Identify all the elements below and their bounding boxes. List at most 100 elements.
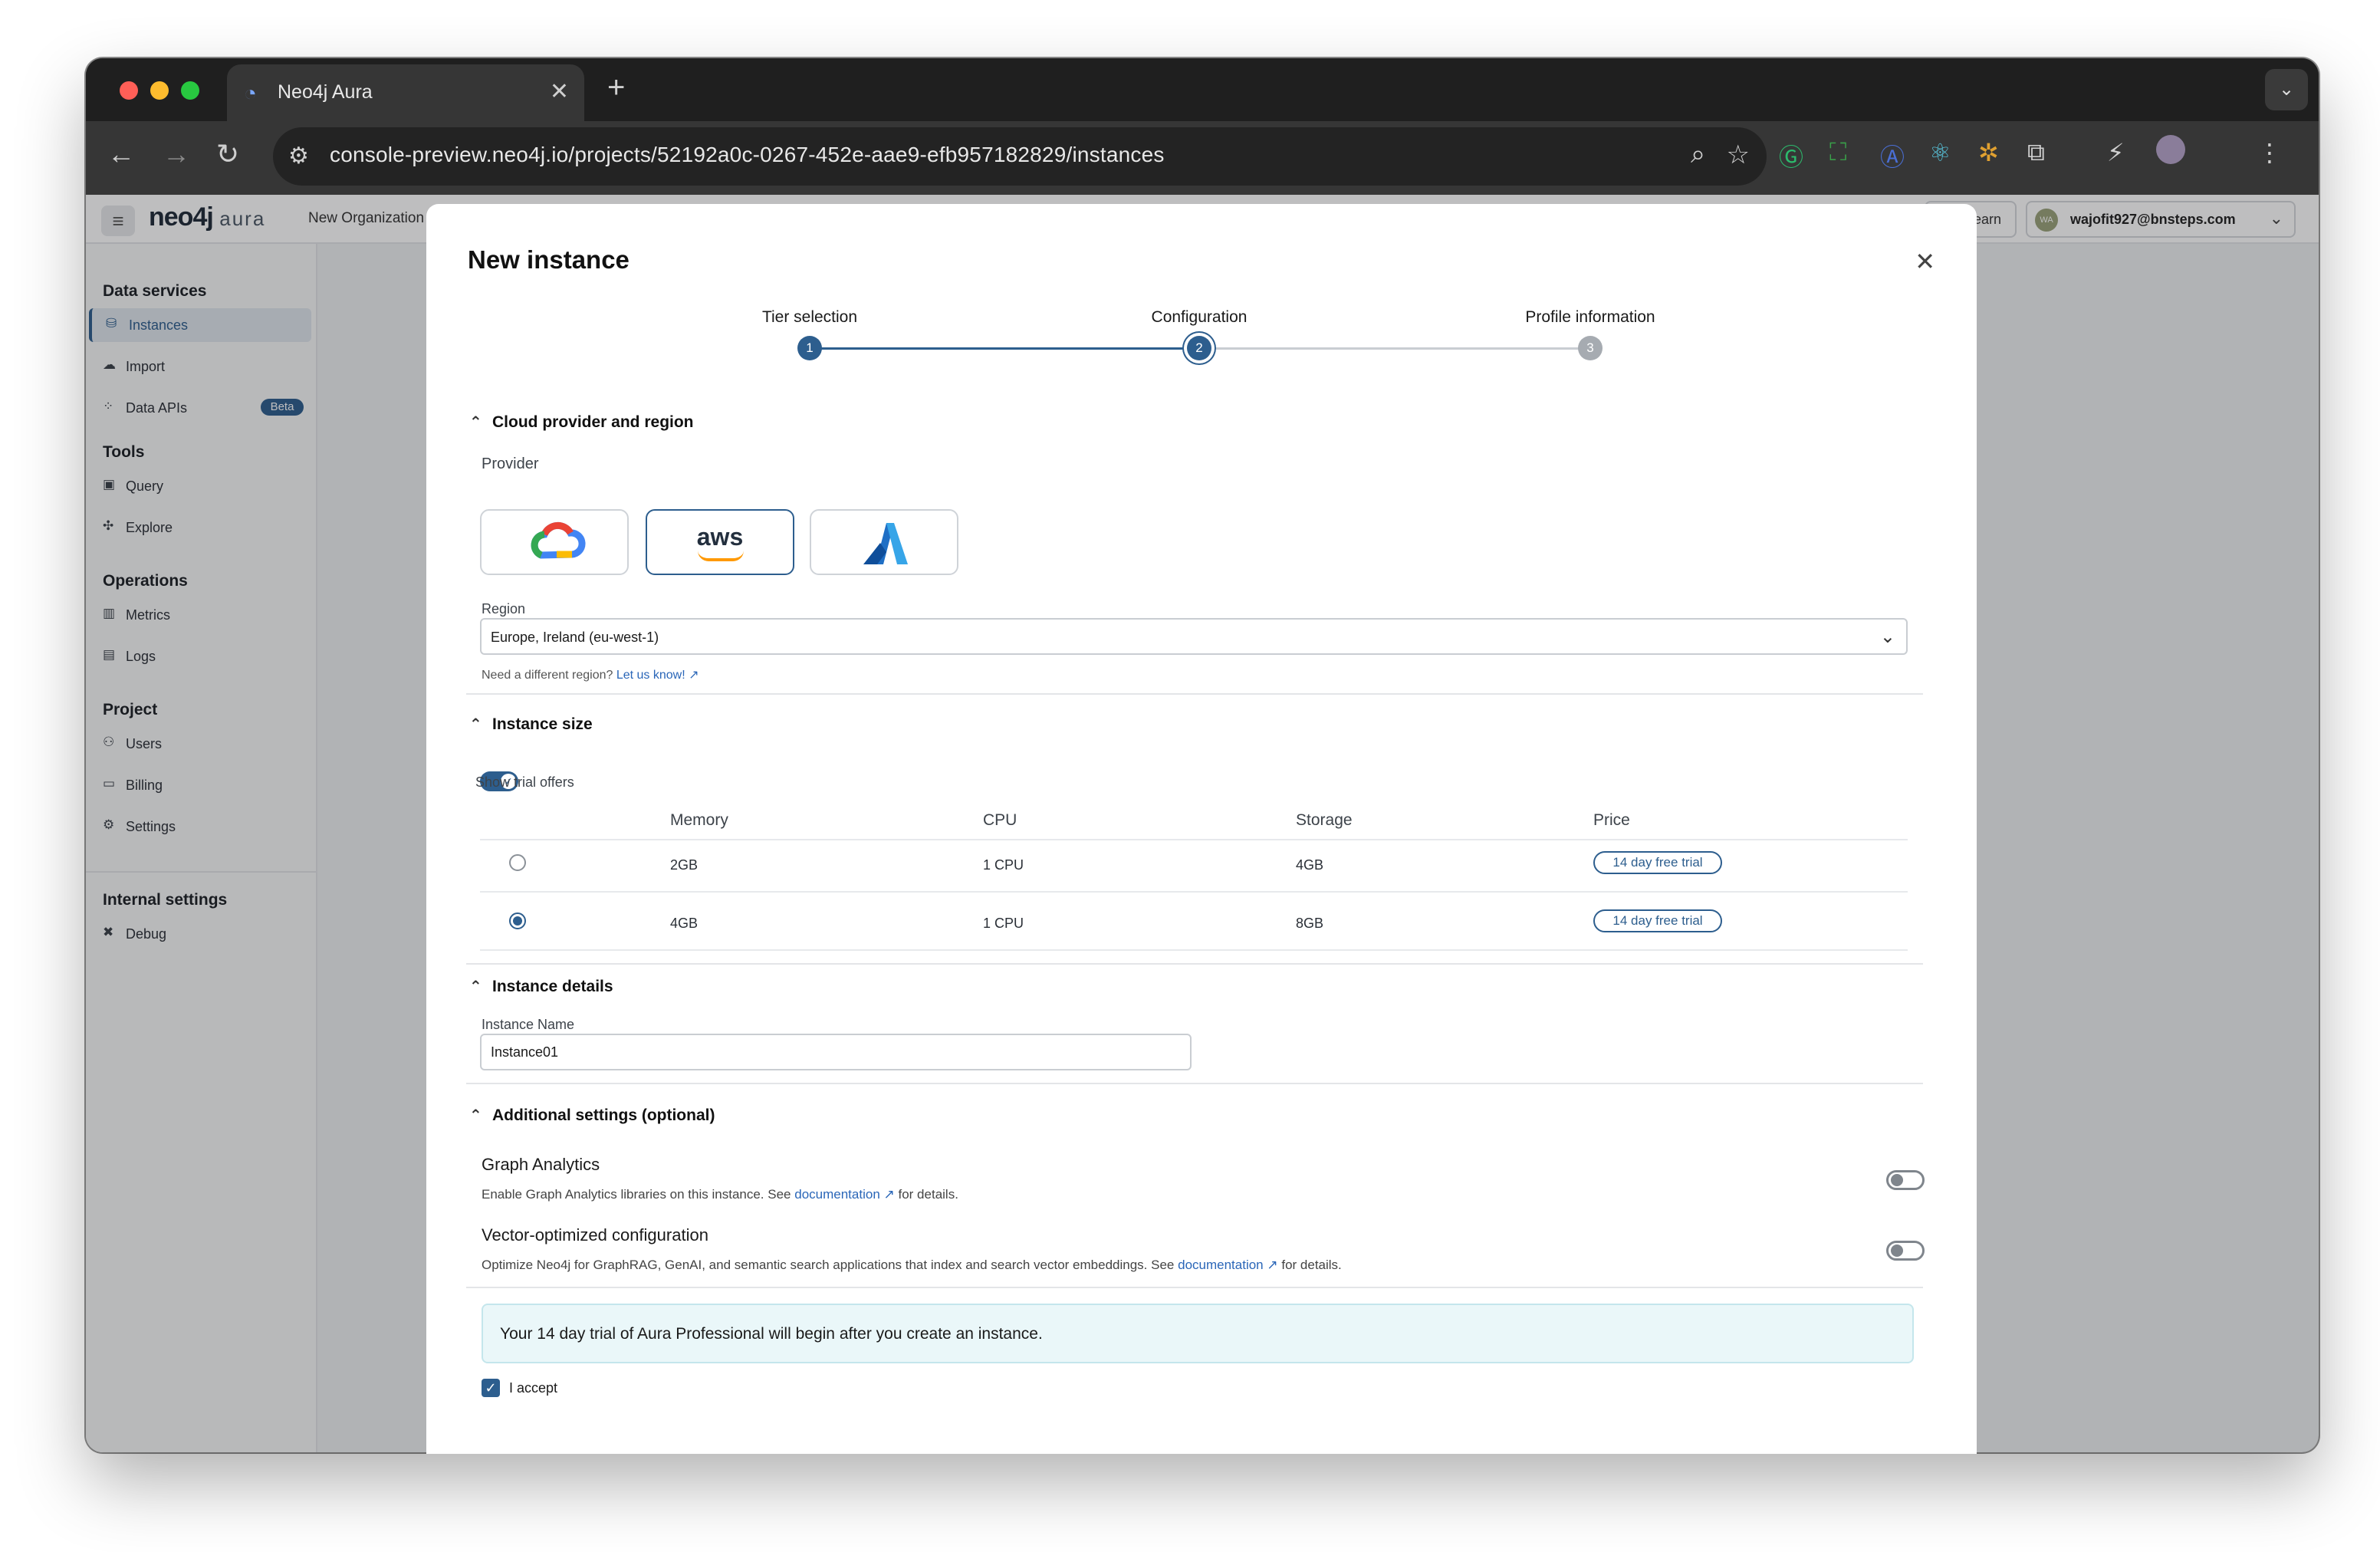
new-instance-modal: New instance ✕ Tier selection Configurat… — [426, 204, 1977, 1454]
row-cpu: 1 CPU — [983, 916, 1024, 931]
section-additional-settings-toggle[interactable]: ⌃ Additional settings (optional) — [469, 1106, 715, 1125]
let-us-know-link[interactable]: Let us know! — [616, 669, 685, 682]
stepper-remaining-line — [1199, 347, 1590, 350]
vector-optimized-description: Optimize Neo4j for GraphRAG, GenAI, and … — [482, 1258, 1342, 1272]
bookmark-star-icon[interactable]: ☆ — [1727, 140, 1750, 170]
column-header-price: Price — [1593, 811, 1630, 829]
vector-optimized-title: Vector-optimized configuration — [482, 1225, 708, 1245]
row-memory: 4GB — [670, 916, 699, 931]
provider-gcp-button[interactable] — [480, 509, 629, 575]
tab-search-chevron-icon[interactable]: ⌄ — [2265, 69, 2308, 110]
chevron-up-icon: ⌃ — [469, 1107, 482, 1124]
neo4j-favicon-icon: ◔ — [244, 81, 257, 105]
column-header-cpu: CPU — [983, 811, 1017, 829]
browser-tab[interactable]: ◔ Neo4j Aura ✕ — [227, 64, 584, 123]
step-1-indicator: 1 — [797, 336, 822, 360]
step-2-indicator: 2 — [1187, 336, 1211, 360]
toggle-knob — [1891, 1245, 1903, 1257]
column-header-storage: Storage — [1296, 811, 1353, 829]
vector-documentation-link[interactable]: documentation — [1178, 1258, 1264, 1272]
chevron-up-icon: ⌃ — [469, 978, 482, 995]
table-row-divider — [480, 891, 1908, 893]
section-divider — [466, 693, 1923, 695]
aws-smile-icon — [698, 551, 744, 561]
toggle-knob — [1891, 1174, 1903, 1186]
tab-close-icon[interactable]: ✕ — [550, 78, 569, 105]
extension-bug-icon[interactable]: ✲ — [1978, 138, 1999, 167]
section-divider — [466, 963, 1923, 965]
tab-title: Neo4j Aura — [278, 81, 373, 103]
site-settings-icon[interactable]: ⚙ — [288, 143, 309, 169]
extension-a-icon[interactable]: Ⓐ — [1880, 138, 1905, 173]
google-cloud-logo-icon — [531, 521, 586, 559]
section-cloud-provider-toggle[interactable]: ⌃ Cloud provider and region — [469, 413, 694, 432]
section-divider — [466, 1287, 1923, 1288]
maximize-window-button[interactable] — [181, 81, 199, 100]
instance-name-field[interactable] — [480, 1034, 1192, 1070]
react-devtools-icon[interactable]: ⚛ — [1929, 138, 1951, 167]
accept-label[interactable]: I accept — [509, 1380, 557, 1396]
table-row-divider — [480, 949, 1908, 951]
zoom-icon[interactable]: ⌕ — [1691, 140, 1705, 169]
table-header-divider — [480, 839, 1908, 840]
accept-checkbox[interactable]: ✓ — [482, 1379, 500, 1397]
section-divider — [466, 1083, 1923, 1084]
browser-menu-icon[interactable]: ⋮ — [2257, 138, 2282, 167]
grammarly-extension-icon[interactable]: Ⓖ — [1779, 138, 1803, 173]
extensions-puzzle-icon[interactable]: ⧉ — [2027, 138, 2045, 167]
chevron-up-icon: ⌃ — [469, 414, 482, 431]
graph-analytics-documentation-link[interactable]: documentation — [794, 1187, 880, 1202]
minimize-window-button[interactable] — [150, 81, 169, 100]
modal-title: New instance — [468, 245, 630, 274]
external-link-icon: ↗ — [1267, 1258, 1278, 1272]
performance-icon[interactable]: ⚡ — [2107, 138, 2124, 167]
step-3-indicator: 3 — [1578, 336, 1603, 360]
size-option-4gb-radio[interactable] — [509, 912, 526, 929]
close-window-button[interactable] — [120, 81, 138, 100]
step-label-profile-information: Profile information — [1525, 308, 1655, 326]
chevron-down-icon: ⌄ — [1879, 626, 1895, 647]
instance-name-label: Instance Name — [482, 1017, 575, 1032]
screenshot-extension-icon[interactable]: ⛶ — [1829, 138, 1846, 167]
browser-toolbar: ← → ↻ ⚙ console-preview.neo4j.io/project… — [86, 121, 2319, 195]
forward-icon[interactable]: → — [163, 138, 190, 170]
step-label-configuration: Configuration — [1151, 308, 1248, 326]
region-help: Need a different region? Let us know! ↗ — [482, 669, 699, 682]
size-option-2gb-radio[interactable] — [509, 854, 526, 871]
trial-info-banner: Your 14 day trial of Aura Professional w… — [482, 1304, 1914, 1363]
tab-strip: ◔ Neo4j Aura ✕ + ⌄ — [86, 58, 2319, 123]
profile-avatar[interactable] — [2156, 135, 2185, 164]
row-storage: 8GB — [1296, 916, 1324, 931]
provider-label: Provider — [482, 455, 539, 472]
row-storage: 4GB — [1296, 857, 1324, 873]
url-text[interactable]: console-preview.neo4j.io/projects/52192a… — [330, 143, 1165, 167]
new-tab-icon[interactable]: + — [607, 71, 625, 105]
graph-analytics-title: Graph Analytics — [482, 1155, 600, 1174]
back-icon[interactable]: ← — [107, 138, 135, 170]
row-memory: 2GB — [670, 857, 699, 873]
region-label: Region — [482, 601, 526, 617]
azure-logo-icon — [863, 523, 908, 564]
provider-azure-button[interactable] — [810, 509, 958, 575]
close-icon[interactable]: ✕ — [1915, 247, 1935, 276]
row-cpu: 1 CPU — [983, 857, 1024, 873]
chevron-up-icon: ⌃ — [469, 716, 482, 733]
provider-aws-button[interactable]: aws — [646, 509, 794, 575]
price-badge: 14 day free trial — [1593, 909, 1722, 932]
section-instance-details-toggle[interactable]: ⌃ Instance details — [469, 977, 613, 996]
vector-optimized-toggle[interactable] — [1886, 1241, 1925, 1261]
reload-icon[interactable]: ↻ — [216, 138, 239, 170]
instance-name-input[interactable] — [482, 1035, 1190, 1069]
region-select[interactable]: Europe, Ireland (eu-west-1) ⌄ — [480, 618, 1908, 655]
region-value: Europe, Ireland (eu-west-1) — [491, 630, 659, 645]
graph-analytics-toggle[interactable] — [1886, 1170, 1925, 1190]
external-link-icon: ↗ — [689, 669, 699, 682]
graph-analytics-description: Enable Graph Analytics libraries on this… — [482, 1187, 958, 1202]
aws-logo-text: aws — [696, 523, 744, 551]
column-header-memory: Memory — [670, 811, 728, 829]
section-instance-size-toggle[interactable]: ⌃ Instance size — [469, 715, 593, 734]
step-label-tier-selection: Tier selection — [761, 308, 858, 326]
external-link-icon: ↗ — [883, 1187, 895, 1202]
address-bar[interactable]: ⚙ console-preview.neo4j.io/projects/5219… — [273, 127, 1767, 186]
stepper-progress-line — [810, 347, 1199, 350]
